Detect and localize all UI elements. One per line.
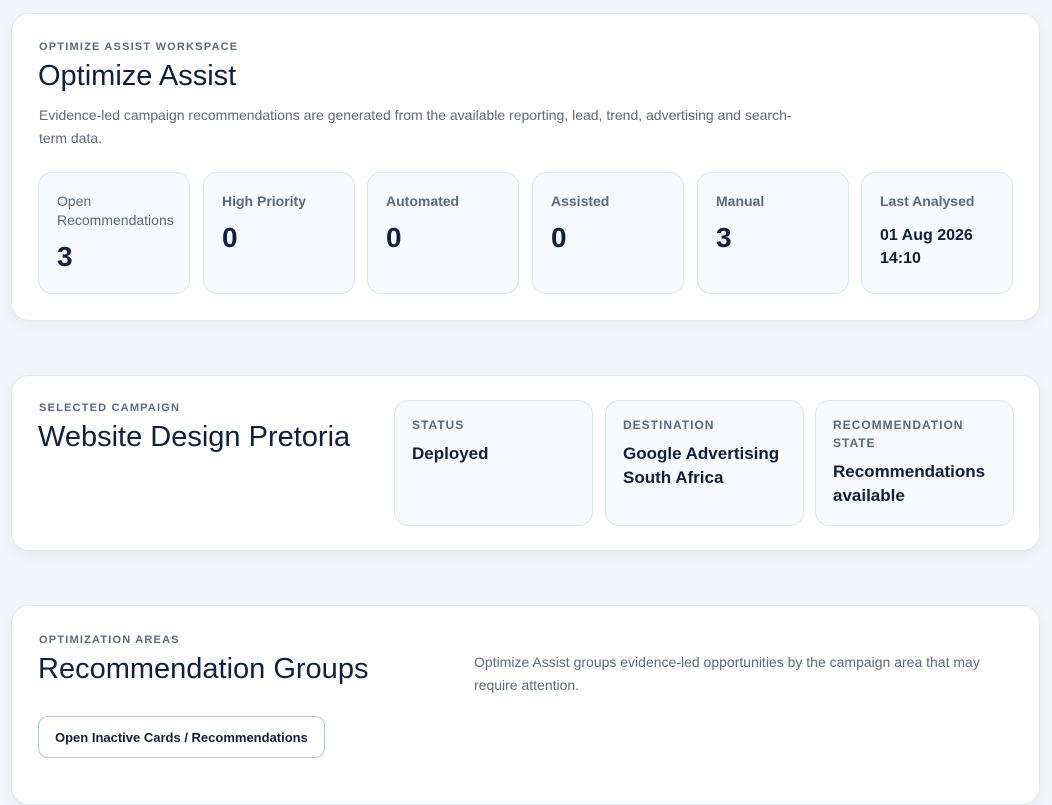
- status-label: STATUS: [412, 418, 465, 432]
- selected-campaign-card: SELECTED CAMPAIGN Website Design Pretori…: [11, 375, 1040, 551]
- last-analysed-time: 14:10: [880, 250, 921, 267]
- campaign-destination-tile: DESTINATION Google Advertising South Afr…: [605, 400, 804, 526]
- stat-high-priority: High Priority 0: [203, 172, 355, 294]
- last-analysed-date: 01 Aug 2026 14:10: [880, 224, 994, 270]
- recommendation-groups-card: OPTIMIZATION AREAS Recommendation Groups…: [11, 605, 1040, 805]
- campaign-status-tile: STATUS Deployed: [394, 400, 593, 526]
- open-inactive-cards-button[interactable]: Open Inactive Cards / Recommendations: [38, 716, 325, 758]
- stat-manual: Manual 3: [697, 172, 849, 294]
- campaign-eyebrow: SELECTED CAMPAIGN: [39, 402, 181, 414]
- workspace-card: OPTIMIZE ASSIST WORKSPACE Optimize Assis…: [11, 13, 1040, 321]
- last-analysed-day: 01 Aug 2026: [880, 227, 973, 244]
- stat-automated: Automated 0: [367, 172, 519, 294]
- stat-value: 3: [57, 241, 73, 272]
- campaign-recommendation-state-tile: RECOMMENDATION STATE Recommendations ava…: [815, 400, 1014, 526]
- stat-label: Manual: [716, 193, 765, 209]
- stat-open-recommendations: Open Recommendations 3: [38, 172, 190, 294]
- stat-label: High Priority: [222, 193, 307, 209]
- stat-value: 0: [386, 222, 402, 253]
- groups-eyebrow: OPTIMIZATION AREAS: [39, 634, 180, 646]
- status-value: Deployed: [412, 444, 489, 463]
- destination-value: Google Advertising South Africa: [623, 444, 780, 487]
- workspace-description: Evidence-led campaign recommendations ar…: [39, 107, 792, 146]
- recommendation-state-value: Recommendations available: [833, 462, 986, 505]
- destination-label: DESTINATION: [623, 418, 715, 432]
- stat-value: 0: [551, 222, 567, 253]
- recommendation-state-label: RECOMMENDATION STATE: [833, 418, 964, 450]
- page-title: Optimize Assist: [38, 60, 237, 92]
- stat-label: Open Recommendations: [57, 193, 174, 228]
- groups-description: Optimize Assist groups evidence-led oppo…: [474, 654, 980, 693]
- workspace-eyebrow: OPTIMIZE ASSIST WORKSPACE: [39, 41, 239, 53]
- stat-last-analysed: Last Analysed 01 Aug 2026 14:10: [861, 172, 1013, 294]
- stat-label: Automated: [386, 193, 460, 209]
- groups-title: Recommendation Groups: [38, 653, 369, 685]
- campaign-title: Website Design Pretoria: [38, 421, 351, 453]
- stat-assisted: Assisted 0: [532, 172, 684, 294]
- stat-value: 0: [222, 222, 238, 253]
- stat-label: Last Analysed: [880, 193, 975, 209]
- stat-value: 3: [716, 222, 732, 253]
- stat-label: Assisted: [551, 193, 610, 209]
